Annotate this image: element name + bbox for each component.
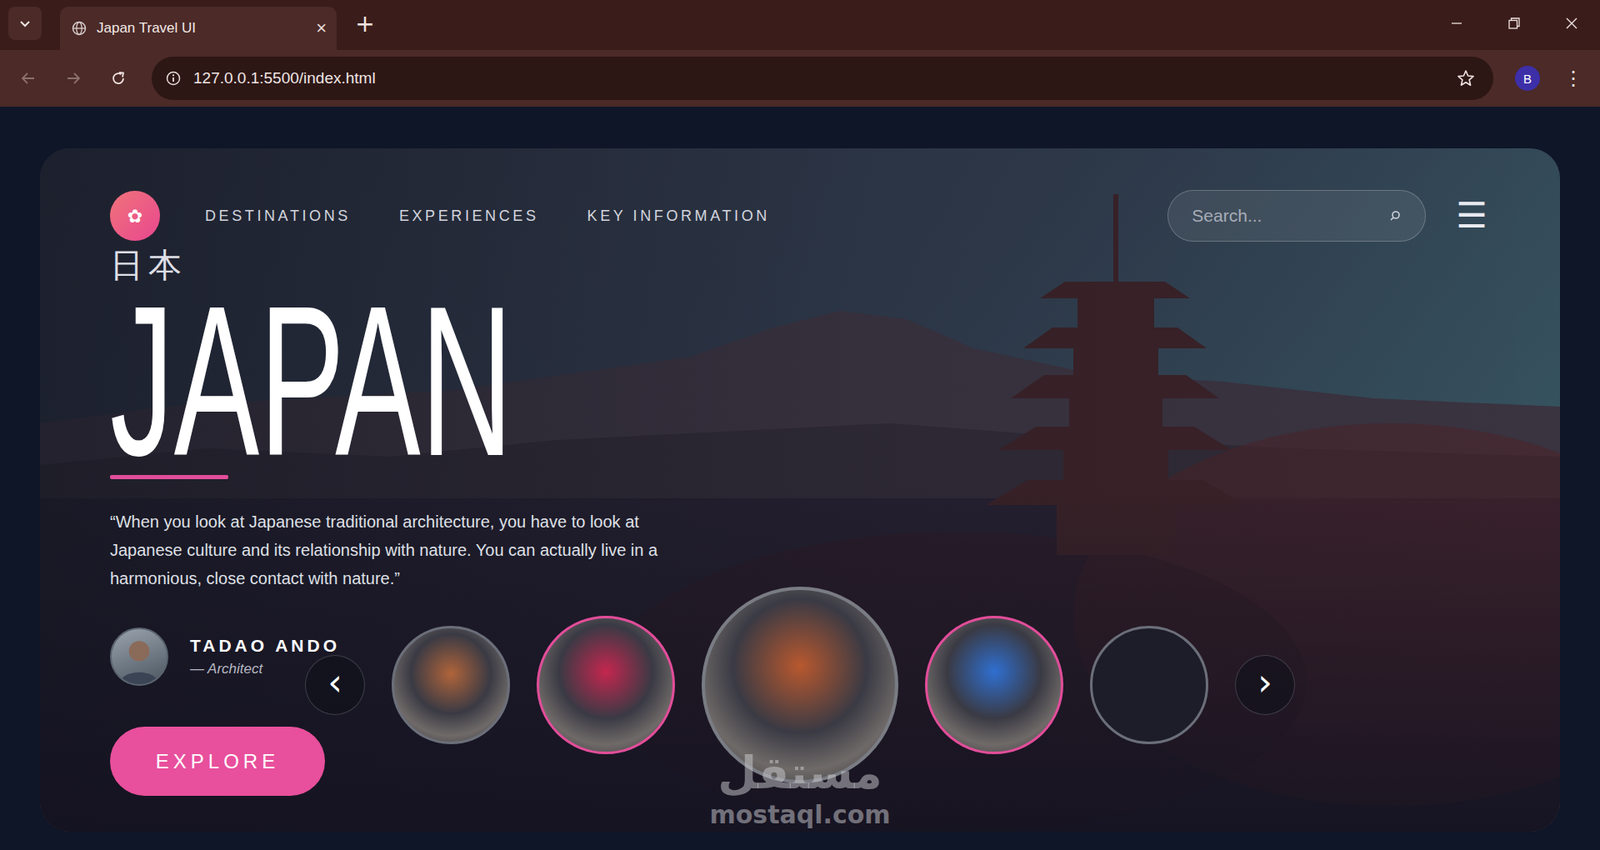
url-text: 127.0.0.1:5500/index.html	[193, 69, 1445, 88]
main-nav: DESTINATIONS EXPERIENCES KEY INFORMATION	[205, 207, 770, 225]
minimize-button[interactable]	[1427, 6, 1485, 40]
back-arrow-icon	[20, 70, 37, 87]
carousel-slide[interactable]	[1090, 625, 1209, 745]
profile-avatar[interactable]: B	[1515, 65, 1540, 91]
restore-button[interactable]	[1485, 6, 1543, 40]
close-icon	[1565, 17, 1578, 30]
watermark-latin: mostaql.com	[709, 800, 890, 830]
search-field	[1167, 190, 1426, 242]
close-window-button[interactable]	[1542, 6, 1600, 40]
author-name: TADAO ANDO	[190, 635, 340, 656]
chevron-down-icon	[18, 16, 32, 30]
logo[interactable]: ✿	[110, 190, 160, 241]
tab-close-button[interactable]: ×	[315, 19, 327, 38]
page: ✿ DESTINATIONS EXPERIENCES KEY INFORMATION…	[0, 106, 1600, 850]
globe-icon	[71, 20, 87, 36]
search-input[interactable]	[1191, 205, 1382, 226]
new-tab-button[interactable]: +	[348, 6, 382, 40]
reload-icon	[110, 70, 127, 87]
author-avatar	[110, 627, 169, 686]
tab-title: Japan Travel UI	[96, 20, 306, 37]
browser-tab[interactable]: Japan Travel UI ×	[60, 6, 337, 50]
nav-link[interactable]: DESTINATIONS	[205, 207, 351, 225]
carousel-prev-button[interactable]: ‹	[305, 655, 365, 715]
browser-menu-button[interactable]: ⋮	[1558, 61, 1589, 95]
image-carousel: ‹ ›	[305, 585, 1295, 785]
minimize-icon	[1450, 17, 1463, 30]
hero-card: ✿ DESTINATIONS EXPERIENCES KEY INFORMATION…	[40, 148, 1560, 832]
back-button[interactable]	[11, 61, 45, 95]
title-underline	[110, 475, 229, 480]
tab-strip: Japan Travel UI × +	[0, 0, 1600, 50]
restore-icon	[1508, 17, 1520, 30]
nav-link[interactable]: EXPERIENCES	[399, 207, 540, 225]
carousel-next-button[interactable]: ›	[1235, 655, 1295, 715]
address-bar[interactable]: 127.0.0.1:5500/index.html	[151, 56, 1494, 100]
carousel-slide[interactable]	[391, 625, 510, 745]
person-icon	[111, 629, 167, 685]
toolbar: 127.0.0.1:5500/index.html B ⋮	[0, 50, 1600, 107]
info-icon[interactable]	[165, 70, 182, 87]
explore-button[interactable]: EXPLORE	[110, 726, 325, 796]
forward-arrow-icon	[65, 70, 82, 87]
site-header: ✿ DESTINATIONS EXPERIENCES KEY INFORMATION…	[110, 190, 1488, 242]
search-icon[interactable]	[1388, 209, 1402, 223]
bookmark-star-icon[interactable]	[1456, 69, 1475, 88]
hero-title: JAPAN	[110, 297, 937, 465]
carousel-slide[interactable]	[925, 615, 1064, 755]
hamburger-menu-button[interactable]: ☰	[1455, 198, 1488, 234]
nav-link[interactable]: KEY INFORMATION	[587, 207, 770, 225]
carousel-slide[interactable]	[536, 615, 675, 755]
window-controls	[1427, 6, 1600, 40]
hero-quote: “When you look at Japanese traditional a…	[110, 507, 660, 593]
tab-search-button[interactable]	[8, 6, 42, 40]
forward-button[interactable]	[56, 61, 90, 95]
kanji-title: 日本	[110, 245, 1488, 285]
reload-button[interactable]	[101, 61, 135, 95]
browser-window: Japan Travel UI × + 127.0.0.1:5500/index…	[0, 0, 1600, 850]
carousel-slide[interactable]	[701, 586, 899, 784]
